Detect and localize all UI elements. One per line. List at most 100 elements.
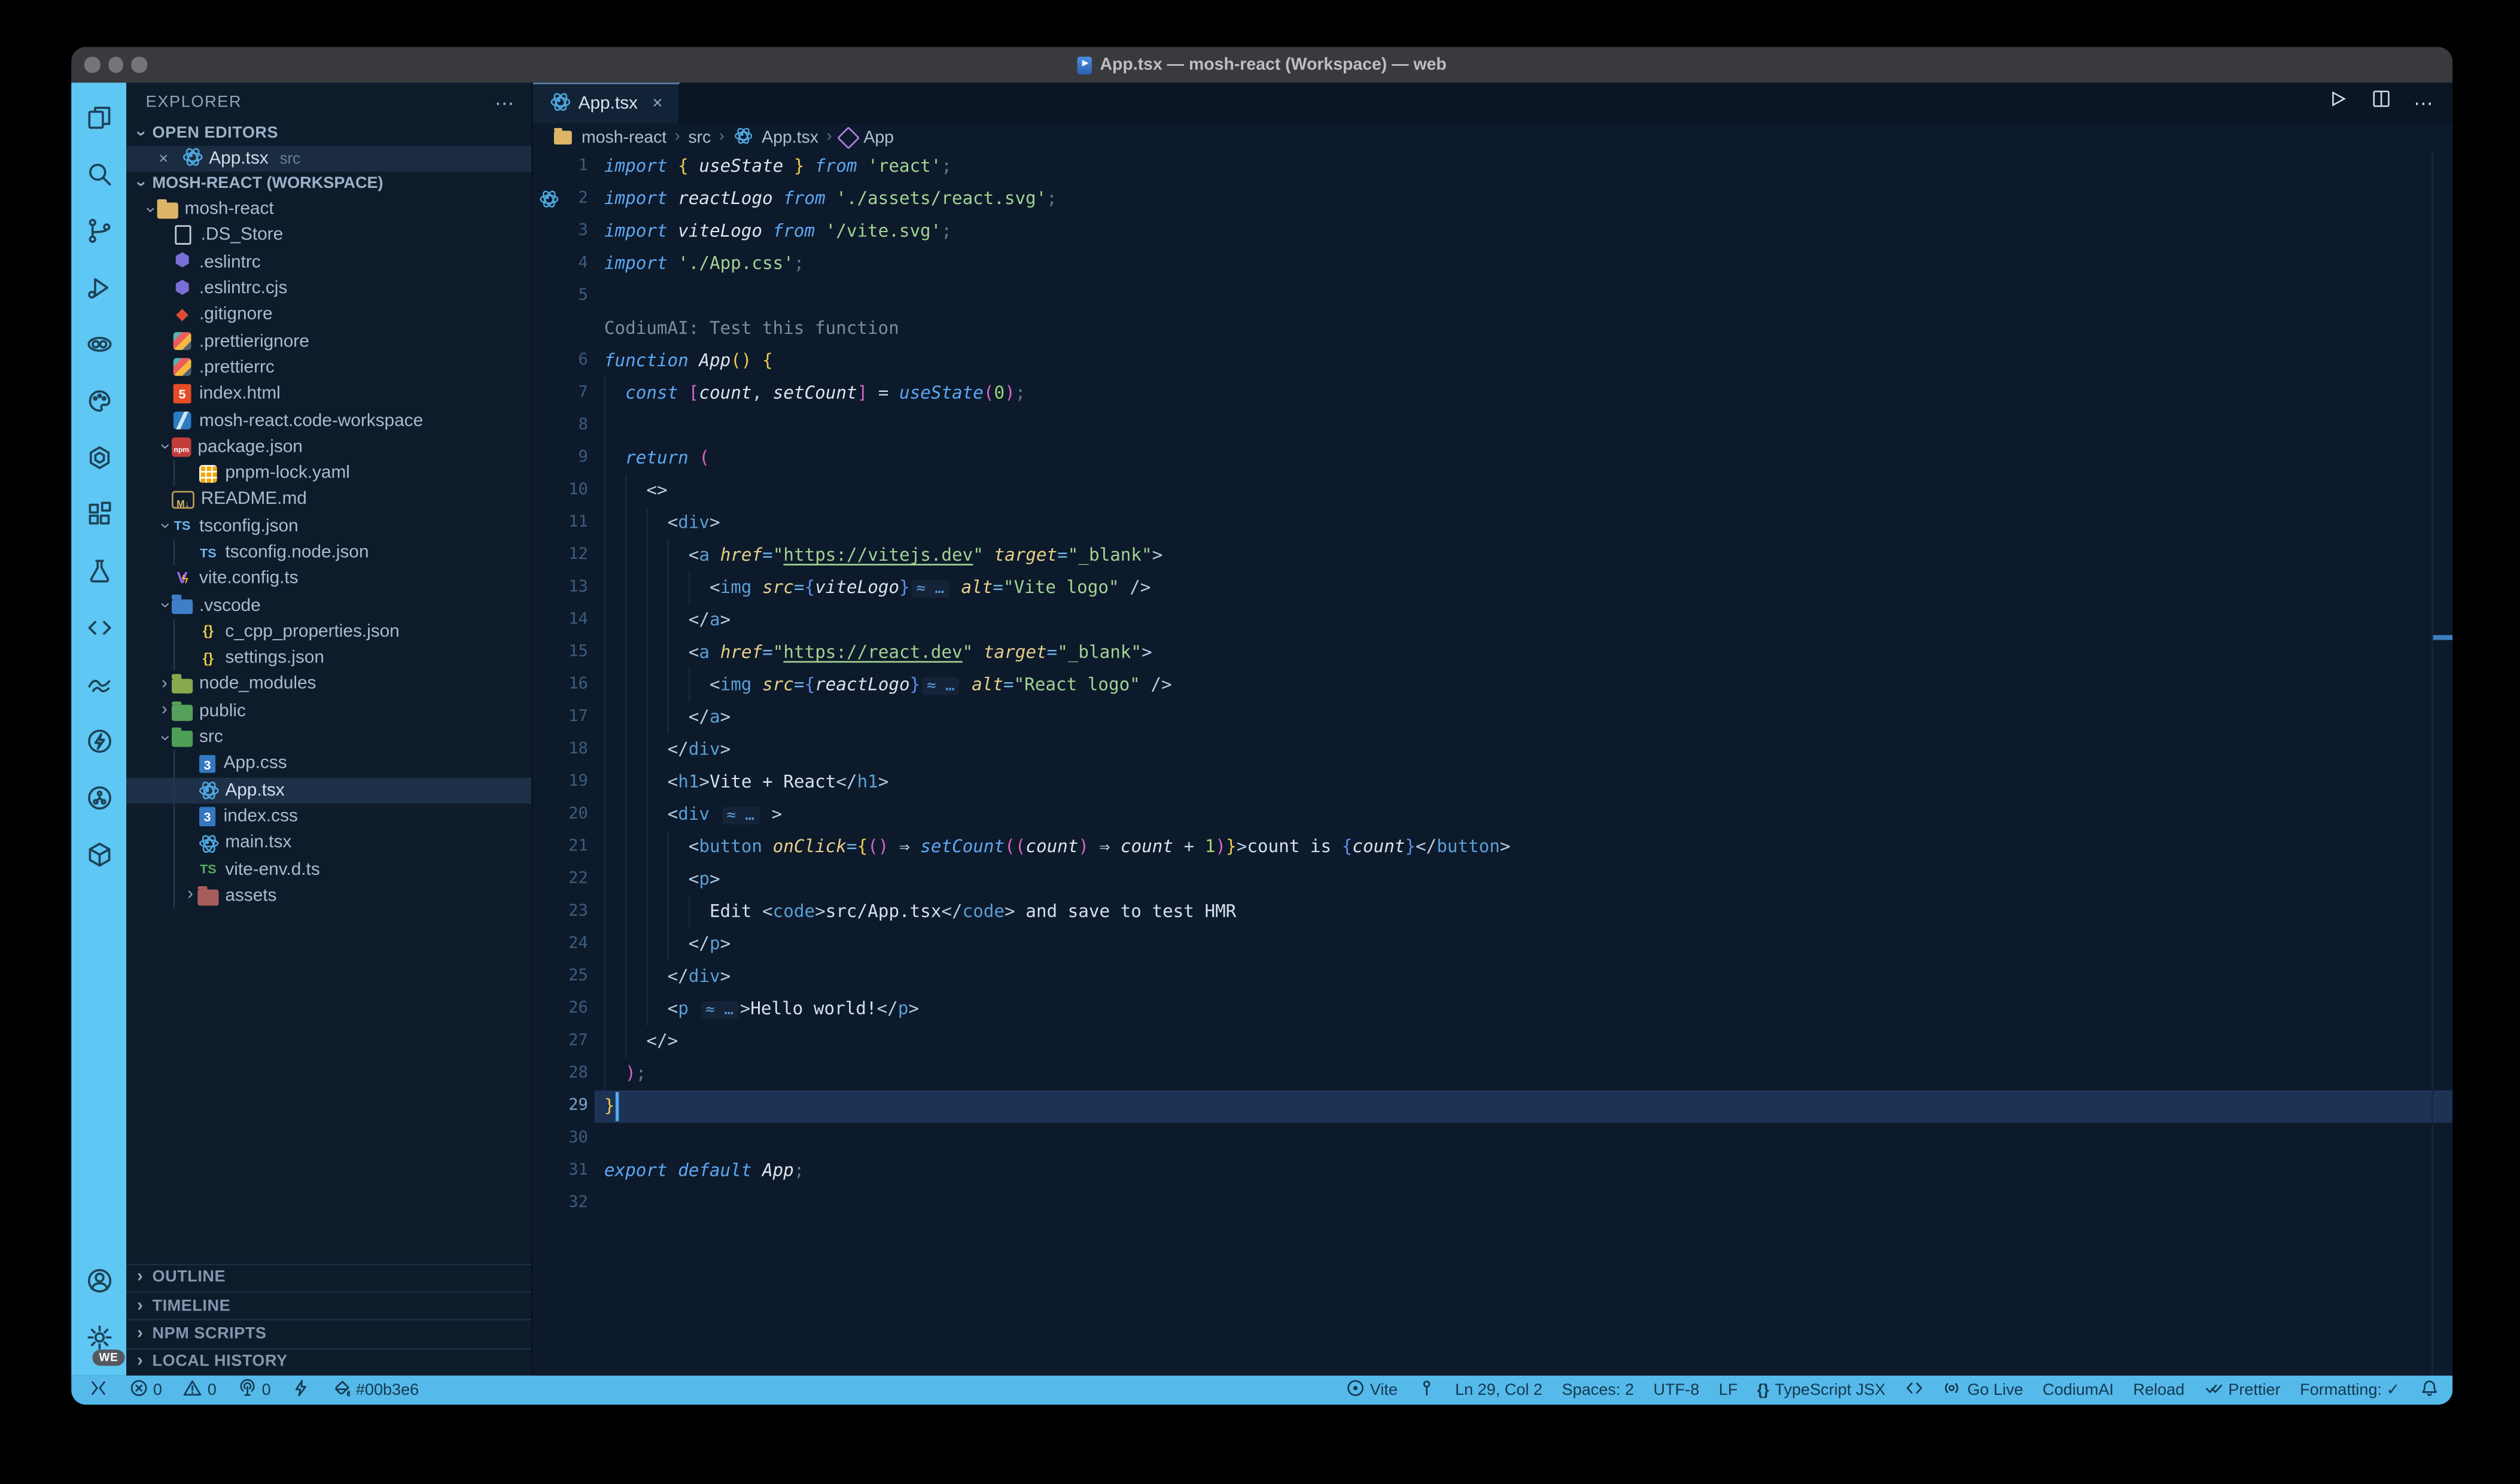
tree-item-public[interactable]: ›public — [126, 698, 531, 724]
code-line-4[interactable]: 4import './App.css'; — [533, 248, 2452, 280]
panel-header-timeline[interactable]: ›TIMELINE — [126, 1291, 531, 1319]
code-line-32[interactable]: 32 — [533, 1188, 2452, 1220]
code-line-9[interactable]: 9 return ( — [533, 442, 2452, 475]
status-item-dblcheck[interactable]: Prettier — [2204, 1378, 2281, 1401]
code-line-12[interactable]: 12 <a href="https://vitejs.dev" target="… — [533, 540, 2452, 572]
tree-item-vite-env-d-ts[interactable]: vite-env.d.ts — [126, 856, 531, 883]
tree-item-main-tsx[interactable]: main.tsx — [126, 830, 531, 856]
activity-bar-item-share[interactable] — [71, 770, 126, 826]
code-line-17[interactable]: 17 </a> — [533, 701, 2452, 734]
status-item-bell[interactable] — [2419, 1378, 2438, 1401]
code-line-24[interactable]: 24 </p> — [533, 928, 2452, 960]
code-line-13[interactable]: 13 <img src={viteLogo}≈ … alt="Vite logo… — [533, 572, 2452, 604]
status-item-utf-8[interactable]: UTF-8 — [1654, 1381, 1700, 1399]
tree-item--eslintrc-cjs[interactable]: .eslintrc.cjs — [126, 275, 531, 302]
activity-bar-item-themes[interactable] — [71, 373, 126, 430]
status-item-error[interactable]: 0 — [129, 1378, 162, 1401]
editor-more-actions-button[interactable]: ⋯ — [2414, 92, 2434, 114]
code-line-20[interactable]: 20 <div ≈ … > — [533, 799, 2452, 831]
status-item-bolt[interactable] — [292, 1378, 311, 1401]
open-editors-section-header[interactable]: › OPEN EDITORS — [126, 120, 531, 145]
close-editor-icon[interactable]: × — [159, 150, 175, 168]
status-item-codiumai[interactable]: CodiumAI — [2043, 1381, 2114, 1399]
breadcrumb-item-app[interactable]: App — [863, 127, 894, 147]
activity-bar-item-extensions[interactable] — [71, 486, 126, 543]
code-line-26[interactable]: 26 <p ≈ …>Hello world!</p> — [533, 993, 2452, 1026]
activity-bar-item-cube[interactable] — [71, 826, 126, 883]
activity-bar-item-codium[interactable] — [71, 656, 126, 713]
tree-item-mosh-react[interactable]: ›mosh-react — [126, 196, 531, 223]
tree-item-readme-md[interactable]: README.md — [126, 486, 531, 513]
tab-app-tsx[interactable]: App.tsx × — [533, 83, 681, 123]
code-line-15[interactable]: 15 <a href="https://react.dev" target="_… — [533, 637, 2452, 669]
status-item-spaces-2[interactable]: Spaces: 2 — [1562, 1381, 1634, 1399]
code-line-7[interactable]: 7 const [count, setCount] = useState(0); — [533, 378, 2452, 410]
activity-bar-item-thunder-client[interactable] — [71, 713, 126, 770]
code-line-22[interactable]: 22 <p> — [533, 863, 2452, 896]
status-item-remote[interactable] — [89, 1378, 108, 1401]
tree-item-tsconfig-json[interactable]: ›tsconfig.json — [126, 513, 531, 539]
activity-bar-item-testing[interactable] — [71, 543, 126, 600]
code-line-19[interactable]: 19 <h1>Vite + React</h1> — [533, 767, 2452, 799]
code-line-27[interactable]: 27 </> — [533, 1026, 2452, 1058]
activity-bar-item-explorer[interactable] — [71, 89, 126, 146]
tree-item-mosh-react-code-workspace[interactable]: mosh-react.code-workspace — [126, 408, 531, 434]
status-item-paint[interactable]: #00b3e6 — [331, 1378, 419, 1401]
panel-header-npm-scripts[interactable]: ›NPM SCRIPTS — [126, 1319, 531, 1348]
code-editor[interactable]: 1import { useState } from 'react';2impor… — [533, 151, 2452, 1376]
status-item-fork[interactable] — [1417, 1378, 1435, 1401]
close-tab-icon[interactable]: × — [652, 94, 662, 113]
tree-item-tsconfig-node-json[interactable]: tsconfig.node.json — [126, 539, 531, 565]
panel-header-local-history[interactable]: ›LOCAL HISTORY — [126, 1348, 531, 1376]
status-item-formatting-[interactable]: Formatting: ✓ — [2300, 1381, 2400, 1399]
code-line-1[interactable]: 1import { useState } from 'react'; — [533, 151, 2452, 183]
code-line-21[interactable]: 21 <button onClick={() ⇒ setCount((count… — [533, 831, 2452, 863]
code-line-23[interactable]: 23 Edit <code>src/App.tsx</code> and sav… — [533, 896, 2452, 928]
panel-header-outline[interactable]: ›OUTLINE — [126, 1263, 531, 1291]
workspace-section-header[interactable]: › MOSH-REACT (WORKSPACE) — [126, 172, 531, 196]
title-bar[interactable]: App.tsx — mosh-react (Workspace) — web — [71, 47, 2452, 83]
open-editor-item-app-tsx[interactable]: × App.tsx src — [126, 146, 531, 172]
code-line-2[interactable]: 2import reactLogo from './assets/react.s… — [533, 183, 2452, 215]
status-item-tower[interactable]: 0 — [238, 1378, 271, 1401]
tree-item-c-cpp-properties-json[interactable]: c_cpp_properties.json — [126, 619, 531, 645]
breadcrumb-item-mosh-react[interactable]: mosh-react — [582, 127, 666, 147]
code-line-10[interactable]: 10 <> — [533, 475, 2452, 507]
code-line-29[interactable]: 29} — [533, 1090, 2452, 1123]
tree-item--eslintrc[interactable]: .eslintrc — [126, 249, 531, 275]
code-line-11[interactable]: 11 <div> — [533, 507, 2452, 539]
tree-item--vscode[interactable]: ›.vscode — [126, 592, 531, 618]
code-line-30[interactable]: 30 — [533, 1123, 2452, 1155]
tree-item-src[interactable]: ›src — [126, 724, 531, 750]
tree-item-settings-json[interactable]: settings.json — [126, 645, 531, 671]
breadcrumb-item-app-tsx[interactable]: App.tsx — [762, 127, 818, 147]
code-line-18[interactable]: 18 </div> — [533, 734, 2452, 767]
tree-item-package-json[interactable]: ›package.json — [126, 434, 531, 460]
run-file-button[interactable] — [2326, 87, 2349, 118]
status-item-braces[interactable]: {}TypeScript JSX — [1757, 1381, 1886, 1399]
status-item-warning[interactable]: 0 — [183, 1378, 217, 1401]
tree-item--ds-store[interactable]: .DS_Store — [126, 223, 531, 249]
code-line-3[interactable]: 3import viteLogo from '/vite.svg'; — [533, 215, 2452, 248]
tree-item-index-html[interactable]: index.html — [126, 381, 531, 407]
tree-item-vite-config-ts[interactable]: vite.config.ts — [126, 565, 531, 592]
status-item-broadcast[interactable]: Go Live — [1943, 1378, 2023, 1401]
status-item-ln-29-col-2[interactable]: Ln 29, Col 2 — [1455, 1381, 1542, 1399]
status-item-reload[interactable]: Reload — [2133, 1381, 2184, 1399]
tree-item-index-css[interactable]: index.css — [126, 803, 531, 829]
tree-item--prettierrc[interactable]: .prettierrc — [126, 354, 531, 381]
status-item-lf[interactable]: LF — [1719, 1381, 1738, 1399]
activity-bar-item-run-debug[interactable] — [71, 259, 126, 316]
tree-item-assets[interactable]: ›assets — [126, 883, 531, 909]
code-line-6[interactable]: 6function App() { — [533, 345, 2452, 378]
activity-bar-item-account[interactable] — [71, 1252, 126, 1309]
status-item-vite[interactable]: Vite — [1346, 1378, 1398, 1401]
tree-item-app-css[interactable]: App.css — [126, 750, 531, 777]
code-line-14[interactable]: 14 </a> — [533, 604, 2452, 637]
activity-bar-item-search[interactable] — [71, 146, 126, 203]
explorer-more-actions-button[interactable]: ⋯ — [495, 92, 515, 114]
close-window-button[interactable] — [84, 57, 100, 72]
minimize-window-button[interactable] — [108, 57, 123, 72]
tree-item--gitignore[interactable]: .gitignore — [126, 302, 531, 328]
code-line-25[interactable]: 25 </div> — [533, 961, 2452, 993]
